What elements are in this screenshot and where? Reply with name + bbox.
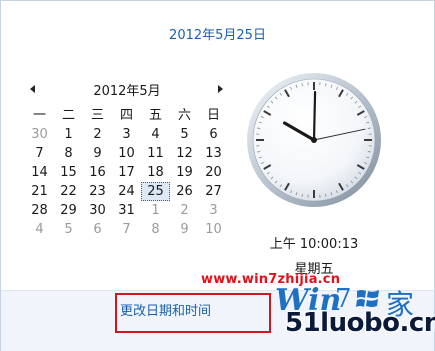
calendar-day[interactable]: 2 (83, 125, 112, 144)
calendar-day[interactable]: 30 (25, 125, 54, 144)
calendar-day[interactable]: 20 (199, 163, 228, 182)
month-title[interactable]: 2012年5月 (25, 80, 229, 99)
calendar-day-today[interactable]: 25 (141, 182, 170, 201)
calendar-day[interactable]: 8 (54, 144, 83, 163)
calendar-day[interactable]: 2 (170, 201, 199, 220)
weekday-label: 一 (32, 108, 46, 123)
weekday-header-row: 一二三四五六日 (25, 106, 229, 125)
weekday-label: 三 (90, 108, 104, 123)
highlight-box (115, 293, 271, 333)
calendar-day[interactable]: 18 (141, 163, 170, 182)
chevron-right-icon[interactable] (213, 82, 227, 96)
calendar-day[interactable]: 27 (199, 182, 228, 201)
calendar-day[interactable]: 5 (54, 220, 83, 239)
calendar-day[interactable]: 6 (199, 125, 228, 144)
calendar-day[interactable]: 26 (170, 182, 199, 201)
calendar-day[interactable]: 19 (170, 163, 199, 182)
calendar-day[interactable]: 23 (83, 182, 112, 201)
calendar-day[interactable]: 10 (112, 144, 141, 163)
calendar-day[interactable]: 6 (83, 220, 112, 239)
time-text: 上午 10:00:13 (269, 237, 359, 252)
calendar-day[interactable]: 14 (25, 163, 54, 182)
calendar-day[interactable]: 17 (112, 163, 141, 182)
calendar-day[interactable]: 10 (199, 220, 228, 239)
calendar-week-row: 4 5 6 7 8 9 10 (25, 220, 229, 239)
calendar-week-row: 30 1 2 3 4 5 6 (25, 125, 229, 144)
current-date-link[interactable]: 2012年5月25日 (0, 24, 435, 43)
calendar-day[interactable]: 4 (141, 125, 170, 144)
calendar-day[interactable]: 30 (83, 201, 112, 220)
clock-center (311, 137, 317, 143)
calendar: 2012年5月 一二三四五六日 30 1 2 3 4 5 6 7 8 9 10 11 12 13 14 15 1… (25, 78, 229, 239)
calendar-day[interactable]: 21 (25, 182, 54, 201)
calendar-day[interactable]: 9 (170, 220, 199, 239)
analog-clock (244, 70, 384, 210)
calendar-day[interactable]: 8 (141, 220, 170, 239)
calendar-day[interactable]: 12 (170, 144, 199, 163)
weekday-label: 五 (148, 108, 162, 123)
calendar-day[interactable]: 1 (141, 201, 170, 220)
calendar-week-row: 14 15 16 17 18 19 20 (25, 163, 229, 182)
calendar-day[interactable]: 31 (112, 201, 141, 220)
calendar-day[interactable]: 15 (54, 163, 83, 182)
calendar-day[interactable]: 16 (83, 163, 112, 182)
calendar-day[interactable]: 9 (83, 144, 112, 163)
calendar-grid: 30 1 2 3 4 5 6 7 8 9 10 11 12 13 14 15 16 17 18 19 20 21 22 23 2… (25, 125, 229, 239)
weekday-label: 六 (177, 108, 191, 123)
calendar-day[interactable]: 29 (54, 201, 83, 220)
calendar-day[interactable]: 4 (25, 220, 54, 239)
calendar-week-row: 28 29 30 31 1 2 3 (25, 201, 229, 220)
weekday-label: 四 (119, 108, 133, 123)
calendar-day[interactable]: 13 (199, 144, 228, 163)
calendar-day[interactable]: 7 (112, 220, 141, 239)
weekday-label: 二 (61, 108, 75, 123)
calendar-week-row: 7 8 9 10 11 12 13 (25, 144, 229, 163)
calendar-header: 2012年5月 (25, 78, 229, 106)
calendar-day[interactable]: 28 (25, 201, 54, 220)
calendar-day[interactable]: 24 (112, 182, 141, 201)
clock-minute-hand (312, 90, 317, 142)
calendar-day[interactable]: 3 (199, 201, 228, 220)
calendar-day[interactable]: 1 (54, 125, 83, 144)
calendar-week-row: 21 22 23 24 25 26 27 (25, 182, 229, 201)
calendar-day[interactable]: 5 (170, 125, 199, 144)
weekday-label: 日 (206, 108, 220, 123)
calendar-day[interactable]: 22 (54, 182, 83, 201)
calendar-day[interactable]: 7 (25, 144, 54, 163)
calendar-day[interactable]: 11 (141, 144, 170, 163)
logo-site-text: 51luobo.cn (285, 308, 435, 338)
calendar-day[interactable]: 3 (112, 125, 141, 144)
